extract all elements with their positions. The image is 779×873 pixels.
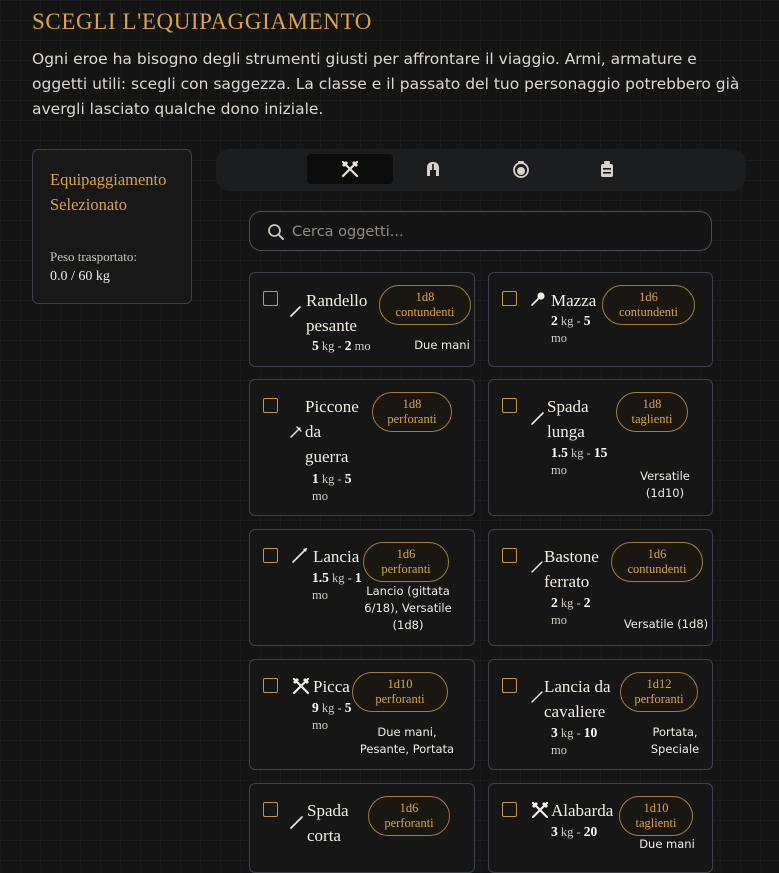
category-tabs bbox=[216, 149, 746, 191]
selected-equipment-panel: Equipaggiamento Selezionato Peso traspor… bbox=[32, 149, 192, 304]
sword-icon bbox=[531, 412, 544, 425]
item-name: Lancia da cavaliere bbox=[544, 677, 611, 721]
damage-badge: 1d6 perforanti bbox=[368, 796, 450, 836]
item-card-piccone-da-guerra[interactable]: Piccone da guerra 1 kg - 5 mo 1d8 perfora… bbox=[249, 379, 475, 516]
staff-icon bbox=[531, 561, 543, 573]
item-weight-cost: 3 kg - 10 mo bbox=[551, 725, 598, 757]
item-weight-cost: 5 kg - 2 mo bbox=[312, 338, 371, 353]
damage-badge: 1d8 taglienti bbox=[616, 392, 688, 432]
item-checkbox[interactable] bbox=[263, 678, 278, 693]
tab-weapons[interactable] bbox=[307, 154, 393, 184]
item-checkbox[interactable] bbox=[502, 548, 517, 563]
item-checkbox[interactable] bbox=[263, 548, 278, 563]
item-checkbox[interactable] bbox=[263, 398, 278, 413]
item-name: Bastone ferrato bbox=[544, 547, 599, 591]
damage-badge: 1d6 perforanti bbox=[363, 542, 449, 582]
item-checkbox[interactable] bbox=[263, 291, 278, 306]
item-card-bastone-ferrato[interactable]: Bastone ferrato 2 kg - 2 mo 1d6 contunden… bbox=[488, 529, 713, 646]
item-properties: Due mani, Pesante, Portata bbox=[359, 725, 455, 756]
helmet-icon bbox=[427, 162, 439, 176]
damage-badge: 1d10 taglienti bbox=[619, 796, 693, 836]
backpack-icon bbox=[601, 161, 613, 177]
sword-icon bbox=[290, 816, 303, 829]
item-name: Randello pesante bbox=[306, 291, 368, 335]
page-title: SCEGLI L'EQUIPAGGIAMENTO bbox=[32, 9, 372, 34]
pick-icon bbox=[290, 426, 302, 438]
potion-icon bbox=[513, 161, 529, 178]
item-name: Alabarda bbox=[551, 801, 614, 820]
item-properties: Versatile (1d8) bbox=[623, 617, 709, 631]
damage-badge: 1d12 perforanti bbox=[620, 672, 698, 712]
crossed-weapons-icon bbox=[341, 160, 359, 178]
item-properties: Versatile (1d10) bbox=[640, 469, 690, 500]
intro-text: Ogni eroe ha bisogno degli strumenti giu… bbox=[32, 50, 740, 118]
damage-badge: 1d10 perforanti bbox=[352, 672, 448, 712]
item-card-spada-lunga[interactable]: Spada lunga 1.5 kg - 15 mo 1d8 taglienti … bbox=[488, 379, 713, 516]
item-properties: Due mani bbox=[639, 837, 695, 851]
item-weight-cost: 3 kg - 20 bbox=[551, 824, 598, 839]
item-card-alabarda[interactable]: Alabarda 3 kg - 20 1d10 taglienti Due man… bbox=[488, 783, 713, 873]
item-properties: Lancio (gittata 6/18), Versatile (1d8) bbox=[364, 584, 452, 632]
item-checkbox[interactable] bbox=[502, 678, 517, 693]
item-name: Piccone da guerra bbox=[305, 397, 359, 466]
item-checkbox[interactable] bbox=[502, 398, 517, 413]
crossed-weapons-icon bbox=[531, 801, 549, 819]
search-box bbox=[249, 211, 712, 251]
item-weight-cost: 2 kg - 5 mo bbox=[551, 313, 591, 345]
damage-badge: 1d8 contundenti bbox=[379, 285, 471, 325]
item-card-lancia-da-cavaliere[interactable]: Lancia da cavaliere 3 kg - 10 mo 1d12 per… bbox=[488, 659, 713, 770]
item-name: Lancia bbox=[313, 547, 360, 566]
selected-equipment-title: Equipaggiamento Selezionato bbox=[50, 170, 167, 214]
mace-icon bbox=[531, 292, 545, 306]
damage-badge: 1d8 perforanti bbox=[372, 392, 452, 432]
club-icon bbox=[290, 306, 301, 317]
item-name: Mazza bbox=[551, 291, 597, 310]
item-weight-cost: 1.5 kg - 1 mo bbox=[312, 570, 362, 602]
crossed-weapons-icon bbox=[292, 677, 310, 695]
carried-weight-label: Peso trasportato: bbox=[50, 249, 138, 264]
item-properties: Due mani bbox=[414, 338, 470, 352]
damage-badge: 1d6 contundenti bbox=[602, 285, 695, 325]
item-checkbox[interactable] bbox=[502, 291, 517, 306]
item-name: Spada lunga bbox=[547, 397, 589, 441]
item-weight-cost: 1 kg - 5 mo bbox=[312, 471, 352, 503]
item-card-spada-corta[interactable]: Spada corta 1d6 perforanti bbox=[249, 783, 475, 873]
item-weight-cost: 1.5 kg - 15 mo bbox=[551, 445, 608, 477]
tab-potions[interactable] bbox=[478, 154, 564, 184]
item-card-randello-pesante[interactable]: Randello pesante 5 kg - 2 mo 1d8 contunde… bbox=[249, 272, 475, 367]
search-input[interactable] bbox=[290, 218, 694, 246]
tab-items[interactable] bbox=[564, 154, 650, 184]
item-checkbox[interactable] bbox=[263, 802, 278, 817]
spear-icon bbox=[292, 548, 307, 563]
item-weight-cost: 9 kg - 5 mo bbox=[312, 700, 352, 732]
item-name: Picca bbox=[313, 677, 350, 696]
item-properties: Portata, Speciale bbox=[650, 725, 700, 756]
tab-armor[interactable] bbox=[390, 154, 476, 184]
item-name: Spada corta bbox=[307, 801, 349, 845]
damage-badge: 1d6 contundenti bbox=[611, 542, 703, 582]
item-weight-cost: 2 kg - 2 mo bbox=[551, 595, 591, 627]
item-card-lancia[interactable]: Lancia 1.5 kg - 1 mo 1d6 perforanti Lanci… bbox=[249, 529, 475, 646]
search-icon bbox=[268, 224, 284, 240]
carried-weight-value: 0.0 / 60 kg bbox=[50, 269, 110, 284]
item-checkbox[interactable] bbox=[502, 802, 517, 817]
lance-icon bbox=[531, 691, 543, 703]
item-card-picca[interactable]: Picca 9 kg - 5 mo 1d10 perforanti Due man… bbox=[249, 659, 475, 770]
item-card-mazza[interactable]: Mazza 2 kg - 5 mo 1d6 contundenti bbox=[488, 272, 713, 367]
